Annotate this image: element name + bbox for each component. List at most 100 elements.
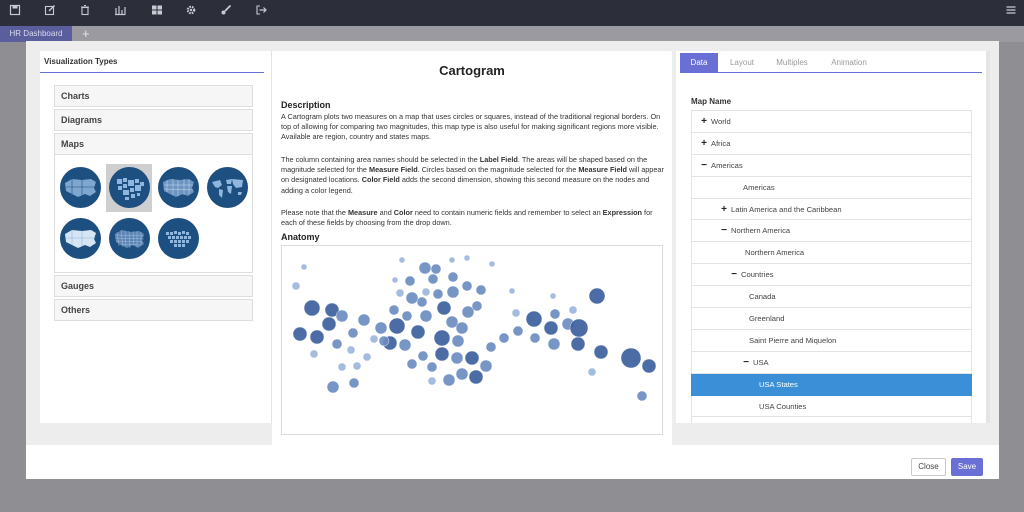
map-type-world[interactable] — [204, 164, 250, 212]
map-type-choropleth-usa[interactable] — [57, 164, 103, 212]
map-type-cartogram[interactable] — [106, 164, 152, 212]
bubble-node — [451, 334, 465, 348]
tab-data[interactable]: Data — [680, 53, 718, 73]
bubble-node — [369, 334, 379, 344]
bubble-node — [512, 325, 524, 337]
bubble-node — [432, 288, 444, 300]
bubble-node — [636, 390, 648, 402]
close-button[interactable]: Close — [911, 458, 946, 476]
bubble-node — [485, 341, 497, 353]
scrollbar[interactable] — [986, 51, 990, 423]
grid-cartogram-icon — [158, 218, 199, 259]
title-underline — [40, 72, 264, 73]
accordion-others[interactable]: Others — [54, 299, 253, 321]
bubble-node — [525, 310, 543, 328]
settings-icon[interactable] — [182, 4, 200, 20]
usa-light-map-icon — [60, 218, 101, 259]
accordion-maps[interactable]: Maps — [54, 133, 253, 155]
bubble-node — [463, 254, 471, 262]
tree-row[interactable]: USA Counties — [691, 395, 972, 418]
map-type-usa-states[interactable] — [155, 164, 201, 212]
tab-layout[interactable]: Layout — [722, 53, 762, 73]
map-name-tree: + World + Africa − Americas Americas + Latin Ame… — [691, 110, 972, 423]
map-type-grid-cartogram[interactable] — [155, 215, 201, 263]
bubble-node — [331, 338, 343, 350]
bubble-node — [549, 292, 557, 300]
anatomy-heading: Anatomy — [281, 232, 320, 242]
visualization-modal: Visualization Types Charts Diagrams Maps — [26, 41, 999, 479]
collapse-icon[interactable]: − — [742, 352, 750, 373]
tree-row[interactable]: − USA — [691, 351, 972, 374]
tree-row[interactable]: + Latin America and the Caribbean — [691, 198, 972, 221]
tree-row[interactable]: USA States — [691, 373, 972, 396]
tree-row[interactable]: +Alaska — [691, 417, 972, 423]
tree-row[interactable]: + Africa — [691, 132, 972, 155]
bubble-node — [433, 329, 451, 347]
bubble-node — [543, 320, 559, 336]
tree-row[interactable]: Saint Pierre and Miquelon — [691, 329, 972, 352]
tree-row[interactable]: − Americas — [691, 154, 972, 177]
delete-icon[interactable] — [76, 4, 94, 20]
bubble-node — [401, 310, 413, 322]
bubble-node — [442, 373, 456, 387]
tree-row[interactable]: + World — [691, 111, 972, 133]
accordion-charts[interactable]: Charts — [54, 85, 253, 107]
bubble-node — [471, 300, 483, 312]
tab-hr-dashboard[interactable]: HR Dashboard — [0, 26, 72, 42]
tree-row-label: Northern America — [731, 226, 791, 236]
bubble-node — [450, 351, 464, 365]
usa-states-map-icon — [158, 167, 199, 208]
save-button[interactable]: Save — [951, 458, 983, 476]
bubble-node — [498, 332, 510, 344]
bubble-node — [419, 309, 433, 323]
tree-row-label: USA — [753, 357, 769, 367]
bubble-node — [309, 349, 319, 359]
export-icon[interactable] — [252, 4, 270, 20]
brush-icon[interactable] — [217, 4, 235, 20]
tree-row[interactable]: Americas — [691, 176, 972, 199]
map-type-usa-light[interactable] — [57, 215, 103, 263]
bubble-node — [347, 327, 359, 339]
world-map-icon — [207, 167, 248, 208]
tree-row-label: USA States — [759, 379, 798, 389]
bubble-node — [300, 263, 308, 271]
expand-icon[interactable]: + — [700, 111, 708, 132]
accordion-gauges[interactable]: Gauges — [54, 275, 253, 297]
bubble-node — [362, 352, 372, 362]
expand-icon[interactable]: + — [700, 133, 708, 154]
description-panel: Cartogram Description A Cartogram plots … — [272, 51, 672, 445]
bubble-node — [436, 300, 452, 316]
chart-icon[interactable] — [111, 4, 129, 20]
tree-row[interactable]: Canada — [691, 286, 972, 309]
expand-icon[interactable]: + — [752, 417, 760, 423]
menu-icon[interactable] — [1002, 4, 1020, 20]
tree-row[interactable]: Northern America — [691, 242, 972, 265]
tree-row[interactable]: − Countries — [691, 264, 972, 287]
map-type-usa-counties[interactable] — [106, 215, 152, 263]
bubble-node — [434, 346, 450, 362]
collapse-icon[interactable]: − — [720, 220, 728, 241]
tree-row[interactable]: Greenland — [691, 308, 972, 330]
tree-row[interactable]: − Northern America — [691, 220, 972, 243]
add-tab-icon[interactable]: + — [82, 26, 90, 42]
edit-icon[interactable] — [41, 4, 59, 20]
save-icon[interactable] — [6, 4, 24, 20]
usa-map-icon — [60, 167, 101, 208]
dashboard-tabstrip: HR Dashboard + — [0, 26, 1024, 42]
expand-icon[interactable]: + — [720, 199, 728, 220]
bubble-node — [352, 361, 362, 371]
accordion-diagrams[interactable]: Diagrams — [54, 109, 253, 131]
bubble-node — [641, 358, 657, 374]
cartogram-icon — [109, 167, 150, 208]
bubble-node — [549, 308, 561, 320]
layout-icon[interactable] — [148, 4, 166, 20]
collapse-icon[interactable]: − — [730, 264, 738, 285]
collapse-icon[interactable]: − — [700, 155, 708, 176]
tree-row-label: Greenland — [749, 314, 785, 324]
bubble-node — [303, 299, 321, 317]
bubble-node — [588, 287, 606, 305]
description-paragraph-2: The column containing area names should … — [281, 155, 664, 195]
tab-multiples[interactable]: Multiples — [768, 53, 816, 73]
bubble-node — [357, 313, 371, 327]
tab-animation[interactable]: Animation — [822, 53, 876, 73]
